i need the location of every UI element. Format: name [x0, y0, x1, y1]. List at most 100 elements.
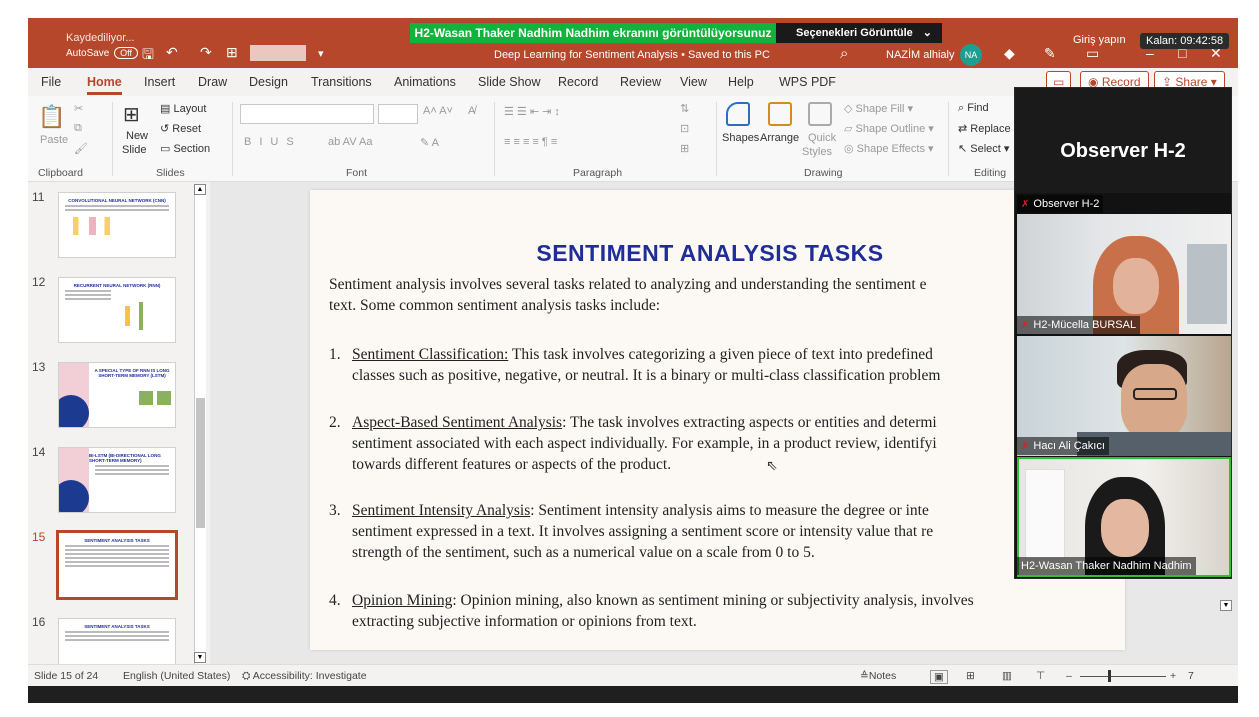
find-button[interactable]: ⌕ Find	[958, 102, 989, 115]
participant-label: H2-Wasan Thaker Nadhim Nadhim	[1017, 557, 1196, 575]
shapes-icon[interactable]	[726, 102, 750, 126]
item-line: : Opinion mining, also known as sentimen…	[452, 592, 974, 609]
quick-styles-label-2[interactable]: Styles	[802, 146, 832, 158]
select-button[interactable]: ↖ Select ▾	[958, 142, 1009, 155]
new-slide-label-2[interactable]: Slide	[122, 144, 146, 156]
accessibility-button[interactable]: ⛭ Accessibility: Investigate	[242, 670, 367, 683]
select-label: Select	[970, 143, 1001, 155]
find-label: Find	[967, 102, 989, 114]
slide-thumbnail[interactable]: CONVOLUTIONAL NEURAL NETWORK (CNN)	[58, 192, 176, 258]
slide-15[interactable]: SENTIMENT ANALYSIS TASKS Sentiment analy…	[310, 190, 1125, 650]
text-direction-icon[interactable]: ⇅	[680, 102, 689, 115]
layout-button[interactable]: ▤ Layout	[160, 102, 206, 115]
mic-muted-icon: ✗	[1021, 199, 1030, 210]
ribbon-display-icon[interactable]: ▭	[1086, 45, 1099, 62]
zoom-in-icon[interactable]: +	[1170, 670, 1176, 682]
thumbnail-title: SENTIMENT ANALYSIS TASKS	[84, 538, 150, 543]
arrange-icon[interactable]	[768, 102, 792, 126]
normal-view-icon[interactable]: ▣	[930, 670, 948, 684]
tab-draw[interactable]: Draw	[198, 75, 227, 89]
tab-transitions[interactable]: Transitions	[311, 75, 372, 89]
view-options-menu[interactable]: Seçenekleri Görüntüle ⌄	[776, 23, 942, 43]
arrange-label[interactable]: Arrange	[760, 132, 799, 144]
tab-animations[interactable]: Animations	[394, 75, 456, 89]
tab-review[interactable]: Review	[620, 75, 661, 89]
tab-wps-pdf[interactable]: WPS PDF	[779, 75, 836, 89]
zoom-slider-thumb[interactable]	[1108, 670, 1111, 682]
slideshow-icon[interactable]: ⊤	[1036, 670, 1045, 682]
divider	[948, 102, 949, 176]
active-participant-tile[interactable]: Observer H-2	[1015, 88, 1231, 193]
zoom-level[interactable]: 7	[1188, 670, 1194, 682]
divider	[232, 102, 233, 176]
format-painter-icon[interactable]: 🖌	[74, 142, 88, 155]
tab-file[interactable]: File	[41, 75, 61, 89]
font-style-icons[interactable]: BIUS	[244, 136, 302, 148]
tab-design[interactable]: Design	[249, 75, 288, 89]
tab-record[interactable]: Record	[558, 75, 598, 89]
present-icon[interactable]: ⊞	[226, 44, 238, 61]
slide-thumbnail[interactable]: BI-LSTM (BI-DIRECTIONAL LONG SHORT-TERM …	[58, 447, 176, 513]
divider	[494, 102, 495, 176]
tab-home[interactable]: Home	[87, 75, 122, 95]
highlight-icon[interactable]: ✎ A	[420, 136, 439, 149]
item-term: Opinion Mining	[352, 592, 453, 609]
align-icons[interactable]: ≡ ≡ ≡ ≡ ¶ ≡	[504, 136, 557, 148]
avatar[interactable]: NA	[960, 44, 982, 66]
item-line: classes such as positive, negative, or n…	[352, 367, 941, 384]
tab-help[interactable]: Help	[728, 75, 754, 89]
slide-thumbnail[interactable]: RECURRENT NEURAL NETWORK (RNN)	[58, 277, 176, 343]
tab-view[interactable]: View	[680, 75, 707, 89]
copy-icon[interactable]: ⧉	[74, 122, 82, 135]
save-icon[interactable]: 🖫	[142, 44, 154, 68]
undo-icon[interactable]: ↶	[166, 44, 178, 61]
list-icons[interactable]: ☰ ☰ ⇤ ⇥ ↕	[504, 105, 560, 118]
shape-fill-button[interactable]: ◇ Shape Fill ▾	[844, 102, 913, 115]
slide-sorter-icon[interactable]: ⊞	[966, 670, 975, 682]
quick-styles-label[interactable]: Quick	[808, 132, 836, 144]
diamond-icon[interactable]: ◆	[1004, 45, 1015, 62]
shape-outline-button[interactable]: ▱ Shape Outline ▾	[844, 122, 934, 135]
increase-font-icon[interactable]: A˄ A˅	[423, 105, 453, 117]
font-family-combo[interactable]	[240, 104, 374, 124]
quick-styles-icon[interactable]	[808, 102, 832, 126]
pen-icon[interactable]: ✎	[1044, 45, 1056, 62]
replace-button[interactable]: ⇄ Replace	[958, 122, 1011, 135]
smartart-icon[interactable]: ⊞	[680, 142, 689, 155]
zoom-slider[interactable]	[1080, 676, 1166, 677]
reading-view-icon[interactable]: ▥	[1002, 670, 1012, 682]
shapes-label[interactable]: Shapes	[722, 132, 759, 144]
language-indicator[interactable]: English (United States)	[123, 670, 230, 682]
scroll-up-icon[interactable]: ▲	[194, 184, 206, 195]
slide-thumbnail-selected[interactable]: SENTIMENT ANALYSIS TASKS	[56, 530, 178, 600]
scrollbar-thumb[interactable]	[196, 398, 205, 528]
slide-thumbnail[interactable]: A SPECIAL TYPE OF RNN IS LONG SHORT-TERM…	[58, 362, 176, 428]
new-slide-label[interactable]: New	[126, 130, 148, 142]
canvas-scroll-down-icon[interactable]: ▼	[1220, 600, 1232, 611]
char-spacing-icon[interactable]: ab AV Aa	[328, 136, 372, 148]
tab-slide-show[interactable]: Slide Show	[478, 75, 541, 89]
tab-insert[interactable]: Insert	[144, 75, 175, 89]
autosave-toggle[interactable]: AutoSave Off	[66, 47, 138, 59]
font-size-combo[interactable]	[378, 104, 418, 124]
slide-intro: Sentiment analysis involves several task…	[329, 274, 1119, 316]
clear-format-icon[interactable]: A̸	[468, 105, 475, 117]
qat-font-box[interactable]	[250, 45, 306, 61]
shape-effects-button[interactable]: ◎ Shape Effects ▾	[844, 142, 934, 155]
redo-icon[interactable]: ↷	[200, 44, 212, 61]
paste-label[interactable]: Paste	[40, 134, 68, 146]
reset-button[interactable]: ↺ Reset	[160, 122, 201, 135]
scroll-down-icon[interactable]: ▼	[194, 652, 206, 663]
paste-icon[interactable]: 📋	[38, 104, 65, 130]
align-text-icon[interactable]: ⊡	[680, 122, 689, 135]
cut-icon[interactable]: ✂	[74, 102, 83, 115]
section-button[interactable]: ▭ Section	[160, 142, 210, 155]
editing-group-label: Editing	[974, 167, 1007, 179]
sign-in-link[interactable]: Giriş yapın	[1073, 34, 1126, 46]
notes-button[interactable]: ≙Notes	[860, 670, 896, 682]
new-slide-icon[interactable]: ⊞	[123, 102, 140, 127]
search-icon[interactable]: ⌕	[840, 45, 848, 62]
customize-qat-icon[interactable]: ▾	[318, 47, 324, 60]
shape-fill-label: Shape Fill	[855, 103, 905, 115]
zoom-out-icon[interactable]: –	[1066, 670, 1072, 682]
